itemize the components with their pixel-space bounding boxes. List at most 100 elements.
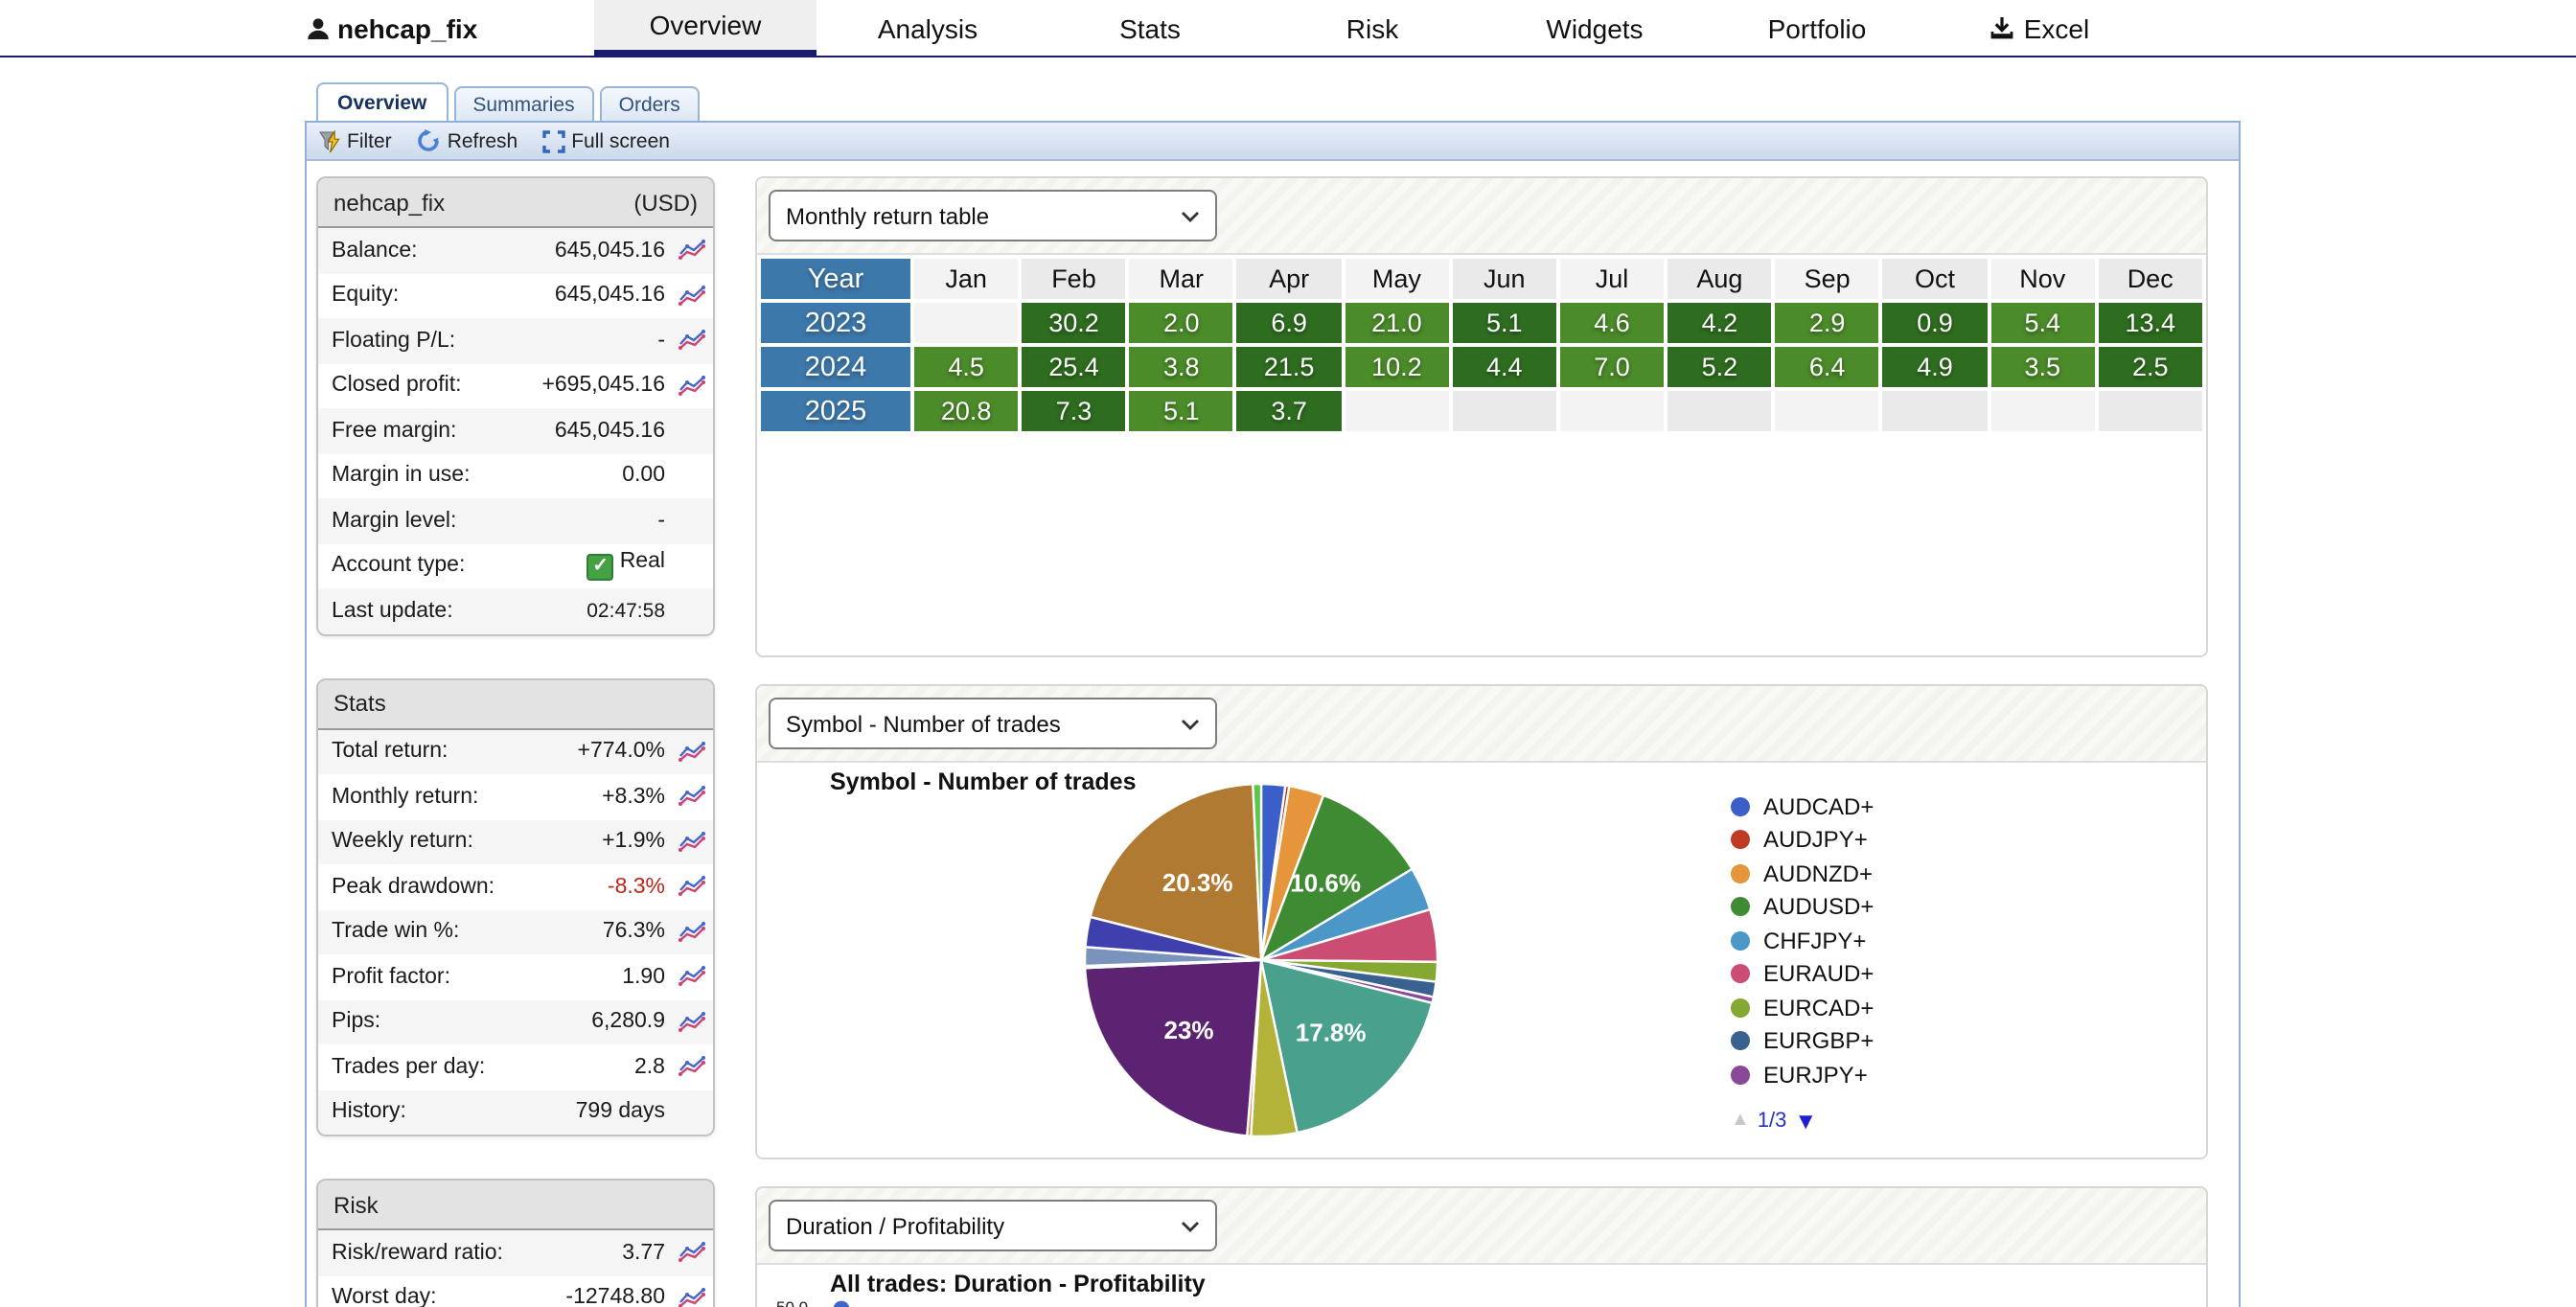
row-label: Balance: [332,240,555,263]
legend-label: EURCAD+ [1763,995,1874,1021]
nav-tab-risk[interactable]: Risk [1261,0,1484,56]
mini-chart-icon[interactable] [678,787,705,808]
mini-chart-icon[interactable] [678,1012,705,1033]
panel-row-trade-win: Trade win %:76.3% [318,909,713,954]
account-panel: nehcap_fix(USD)Balance:645,045.16Equity:… [316,176,715,635]
month-cell: 30.2 [1022,303,1125,343]
nav-tab-overview[interactable]: Overview [594,0,816,56]
mini-chart-icon[interactable] [678,877,705,898]
month-cell: 4.5 [914,347,1018,387]
legend-item-chfjpy: CHFJPY+ [1731,924,1874,957]
subtab-orders[interactable]: Orders [600,86,700,121]
duration-dropdown-value: Duration / Profitability [786,1212,1004,1239]
legend-pager: ▲ 1/3 ▼ [1731,1107,1874,1134]
mini-chart-icon[interactable] [678,331,705,352]
legend-item-eurjpy: EURJPY+ [1731,1058,1874,1091]
toolbar: Filter Refresh Full screen [307,123,2239,161]
subtab-summaries[interactable]: Summaries [453,86,593,121]
row-label: Pips: [332,1011,591,1034]
spark-icon-slot [665,1012,705,1033]
nav-tab-label: Portfolio [1768,12,1867,43]
duration-widget-head: Duration / Profitability [757,1188,2206,1265]
month-cell [1883,391,1987,431]
spark-icon-slot [665,1057,705,1078]
spark-icon-slot [665,286,705,307]
fullscreen-icon [542,129,565,152]
legend-label: EURGBP+ [1763,1028,1874,1055]
nav-tab-stats[interactable]: Stats [1039,0,1261,56]
monthly-data-row: 202330.22.06.921.05.14.64.22.90.95.413.4 [761,303,2202,343]
panel-row-risk-reward-ratio: Risk/reward ratio:3.77 [318,1230,713,1275]
mini-chart-icon[interactable] [678,1288,705,1307]
nav-tab-portfolio[interactable]: Portfolio [1706,0,1928,56]
panel-title: Stats [334,690,386,717]
month-cell: 4.4 [1453,347,1556,387]
top-nav: nehcap_fix OverviewAnalysisStatsRiskWidg… [0,0,2576,57]
monthly-header-row: YearJanFebMarAprMayJunJulAugSepOctNovDec [761,259,2202,299]
mini-chart-icon[interactable] [678,832,705,853]
legend-item-audusd: AUDUSD+ [1731,890,1874,924]
month-column-header: Nov [1990,259,2094,299]
mini-chart-icon[interactable] [678,967,705,988]
panel-row-balance: Balance:645,045.16 [318,228,713,273]
toolbar-refresh-button[interactable]: Refresh [417,128,518,153]
mini-chart-icon[interactable] [678,286,705,307]
row-label: Trades per day: [332,1056,634,1079]
row-value: +774.0% [578,741,665,764]
month-cell: 4.2 [1668,303,1771,343]
nav-tab-widgets[interactable]: Widgets [1484,0,1706,56]
panel-row-margin-level: Margin level:- [318,498,713,543]
mini-chart-icon[interactable] [678,742,705,763]
toolbar-full-screen-button[interactable]: Full screen [542,129,670,152]
month-cell: 6.9 [1237,303,1341,343]
panel-row-trades-per-day: Trades per day:2.8 [318,1044,713,1089]
row-label: Free margin: [332,420,555,443]
subtab-overview[interactable]: Overview [316,82,448,121]
panel-row-profit-factor: Profit factor:1.90 [318,954,713,999]
monthly-return-body: YearJanFebMarAprMayJunJulAugSepOctNovDec… [757,255,2206,435]
pager-down-arrow[interactable]: ▼ [1794,1107,1817,1134]
legend-item-audcad: AUDCAD+ [1731,790,1874,823]
month-cell: 3.8 [1130,347,1233,387]
pager-count: 1/3 [1758,1109,1787,1132]
nav-tab-label: Stats [1119,12,1181,43]
checkbox-checked-icon: ✓ [587,555,614,582]
month-column-header: Jul [1560,259,1664,299]
pie-slice-label: 10.6% [1290,868,1361,897]
monthly-return-dropdown[interactable]: Monthly return table [769,190,1217,241]
row-label: Trade win %: [332,921,603,944]
refresh-icon [417,128,442,153]
symbol-trades-widget: Symbol - Number of trades Symbol - Numbe… [755,684,2208,1159]
year-cell: 2023 [761,303,910,343]
toolbar-filter-button[interactable]: Filter [318,129,392,152]
mini-chart-icon[interactable] [678,1057,705,1078]
duration-dropdown[interactable]: Duration / Profitability [769,1200,1217,1251]
legend-item-eurcad: EURCAD+ [1731,991,1874,1024]
pager-up-arrow[interactable]: ▲ [1731,1110,1750,1131]
nav-tab-excel[interactable]: Excel [1928,0,2150,56]
panel-row-closed-profit: Closed profit:+695,045.16 [318,363,713,408]
symbol-trades-dropdown[interactable]: Symbol - Number of trades [769,698,1217,749]
toolbar-button-label: Full screen [571,129,670,152]
row-value: 645,045.16 [555,420,665,443]
row-label: Account type: [332,555,587,578]
mini-chart-icon[interactable] [678,376,705,397]
month-cell: 2.9 [1776,303,1879,343]
nav-tab-analysis[interactable]: Analysis [816,0,1039,56]
row-value: - [657,510,665,533]
main-tabs: OverviewAnalysis Stats Risk Widgets Portfoli… [594,0,2150,56]
month-cell [2098,391,2202,431]
nav-tab-label: Risk [1346,12,1398,43]
mini-chart-icon[interactable] [678,922,705,943]
panel-row-margin-in-use: Margin in use:0.00 [318,453,713,498]
legend-color-dot [1731,831,1750,850]
mini-chart-icon[interactable] [678,241,705,262]
mini-chart-icon[interactable] [678,1243,705,1264]
chevron-down-icon [1181,1220,1200,1231]
month-cell: 7.0 [1560,347,1664,387]
month-column-header: Feb [1022,259,1125,299]
stats-panel-header: Stats [318,679,713,729]
row-value: -12748.80 [565,1287,665,1307]
spark-icon-slot [665,1243,705,1264]
row-label: Last update: [332,600,586,623]
